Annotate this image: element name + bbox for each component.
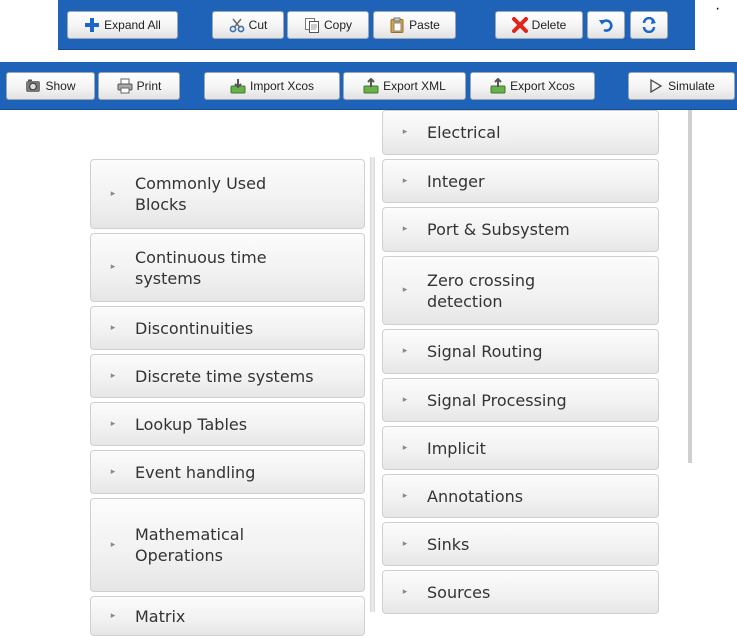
expand-arrow-icon: ▸ (402, 442, 408, 453)
palette-label: Continuous time systems (135, 247, 267, 288)
export-xml-button[interactable]: Export XML (343, 72, 466, 100)
clipboard-icon (389, 17, 405, 33)
show-button[interactable]: Show (6, 72, 95, 100)
palette-label: Sinks (427, 534, 470, 554)
expand-arrow-icon: ▸ (110, 418, 116, 429)
play-icon (648, 78, 664, 94)
expand-all-button[interactable]: Expand All (67, 11, 178, 39)
palette-label: Integer (427, 171, 485, 191)
expand-arrow-icon: ▸ (110, 322, 116, 333)
palette-label: Electrical (427, 123, 501, 142)
export-xcos-label: Export Xcos (510, 79, 575, 93)
copy-icon (304, 17, 320, 33)
expand-arrow-icon: ▸ (110, 539, 116, 550)
export-icon (490, 78, 506, 94)
palette-label: Event handling (135, 462, 256, 482)
import-xcos-label: Import Xcos (249, 79, 315, 93)
undo-button[interactable] (587, 11, 625, 39)
palette-electrical[interactable]: ▸ Electrical (382, 110, 659, 155)
edit-toolbar: Expand All Cut Copy Paste Delete (58, 0, 695, 50)
scissors-icon (229, 17, 245, 33)
palette-commonly-used-blocks[interactable]: ▸ Commonly Used Blocks (90, 159, 365, 229)
palette-sinks[interactable]: ▸ Sinks (382, 522, 659, 566)
expand-arrow-icon: ▸ (402, 346, 408, 356)
palette-label: Discontinuities (135, 318, 254, 338)
expand-arrow-icon: ▸ (402, 538, 408, 549)
plus-icon (84, 17, 100, 33)
delete-x-icon (511, 17, 528, 33)
palette-signal-routing[interactable]: ▸ Signal Routing (382, 329, 659, 374)
expand-arrow-icon: ▸ (110, 188, 116, 199)
palette-label: Mathematical Operations (135, 525, 245, 565)
redo-icon (641, 17, 657, 33)
expand-arrow-icon: ▸ (402, 586, 408, 597)
palette-label: Matrix (135, 606, 186, 626)
palette-annotations[interactable]: ▸ Annotations (382, 474, 659, 518)
printer-icon (117, 78, 133, 94)
import-icon (230, 78, 246, 94)
undo-icon (598, 17, 614, 33)
expand-arrow-icon: ▸ (402, 490, 408, 501)
show-icon (25, 78, 41, 94)
paste-label: Paste (409, 18, 440, 32)
palette-signal-processing[interactable]: ▸ Signal Processing (382, 378, 659, 422)
expand-arrow-icon: ▸ (110, 610, 116, 621)
palette-label: Signal Processing (427, 390, 567, 410)
palette-label: Zero crossing detection (427, 270, 536, 311)
palette-label: Annotations (427, 486, 524, 506)
palette-label: Signal Routing (427, 342, 543, 361)
copy-button[interactable]: Copy (287, 11, 369, 39)
palette-label: Discrete time systems (135, 366, 314, 386)
delete-button[interactable]: Delete (495, 11, 583, 39)
cut-label: Cut (248, 18, 268, 32)
palette-port-subsystem[interactable]: ▸ Port & Subsystem (382, 207, 659, 252)
cut-button[interactable]: Cut (212, 11, 284, 39)
expand-arrow-icon: ▸ (110, 262, 116, 272)
palette-sources[interactable]: ▸ Sources (382, 570, 659, 614)
palette-integer[interactable]: ▸ Integer (382, 159, 659, 203)
expand-all-label: Expand All (104, 18, 161, 32)
simulate-button[interactable]: Simulate (628, 72, 735, 100)
expand-arrow-icon: ▸ (402, 285, 408, 295)
expand-arrow-icon: ▸ (402, 175, 408, 186)
palette-label: Implicit (427, 438, 486, 458)
palette-label: Port & Subsystem (427, 220, 570, 239)
palette-scrollbar[interactable] (688, 110, 692, 463)
palette-zero-crossing-detection[interactable]: ▸ Zero crossing detection (382, 256, 659, 325)
palette-discontinuities[interactable]: ▸ Discontinuities (90, 306, 365, 350)
paste-button[interactable]: Paste (373, 11, 456, 39)
show-label: Show (45, 79, 76, 93)
palette-label: Lookup Tables (135, 414, 248, 434)
overflow-marker: · (715, 0, 721, 17)
expand-arrow-icon: ▸ (110, 466, 116, 477)
palette-matrix[interactable]: ▸ Matrix (90, 596, 365, 636)
redo-button[interactable] (630, 11, 668, 39)
palette-label: Sources (427, 582, 491, 602)
delete-label: Delete (531, 18, 567, 32)
palette-mathematical-operations[interactable]: ▸ Mathematical Operations (90, 498, 365, 592)
palette-event-handling[interactable]: ▸ Event handling (90, 450, 365, 494)
palette-splitter[interactable] (370, 157, 375, 612)
export-xcos-button[interactable]: Export Xcos (470, 72, 595, 100)
expand-arrow-icon: ▸ (110, 370, 116, 381)
simulate-label: Simulate (668, 79, 715, 93)
expand-arrow-icon: ▸ (402, 127, 408, 137)
expand-arrow-icon: ▸ (402, 224, 408, 234)
print-button[interactable]: Print (98, 72, 180, 100)
import-xcos-button[interactable]: Import Xcos (204, 72, 340, 100)
palette-implicit[interactable]: ▸ Implicit (382, 426, 659, 470)
export-icon (363, 78, 379, 94)
palette-lookup-tables[interactable]: ▸ Lookup Tables (90, 402, 365, 446)
palette-continuous-time-systems[interactable]: ▸ Continuous time systems (90, 233, 365, 302)
print-label: Print (136, 79, 162, 93)
palette-discrete-time-systems[interactable]: ▸ Discrete time systems (90, 354, 365, 398)
expand-arrow-icon: ▸ (402, 394, 408, 405)
palette-label: Commonly Used Blocks (135, 174, 267, 214)
file-toolbar: Show Print Import Xcos Export XML Export… (0, 62, 737, 110)
copy-label: Copy (323, 18, 352, 32)
export-xml-label: Export XML (383, 79, 446, 93)
